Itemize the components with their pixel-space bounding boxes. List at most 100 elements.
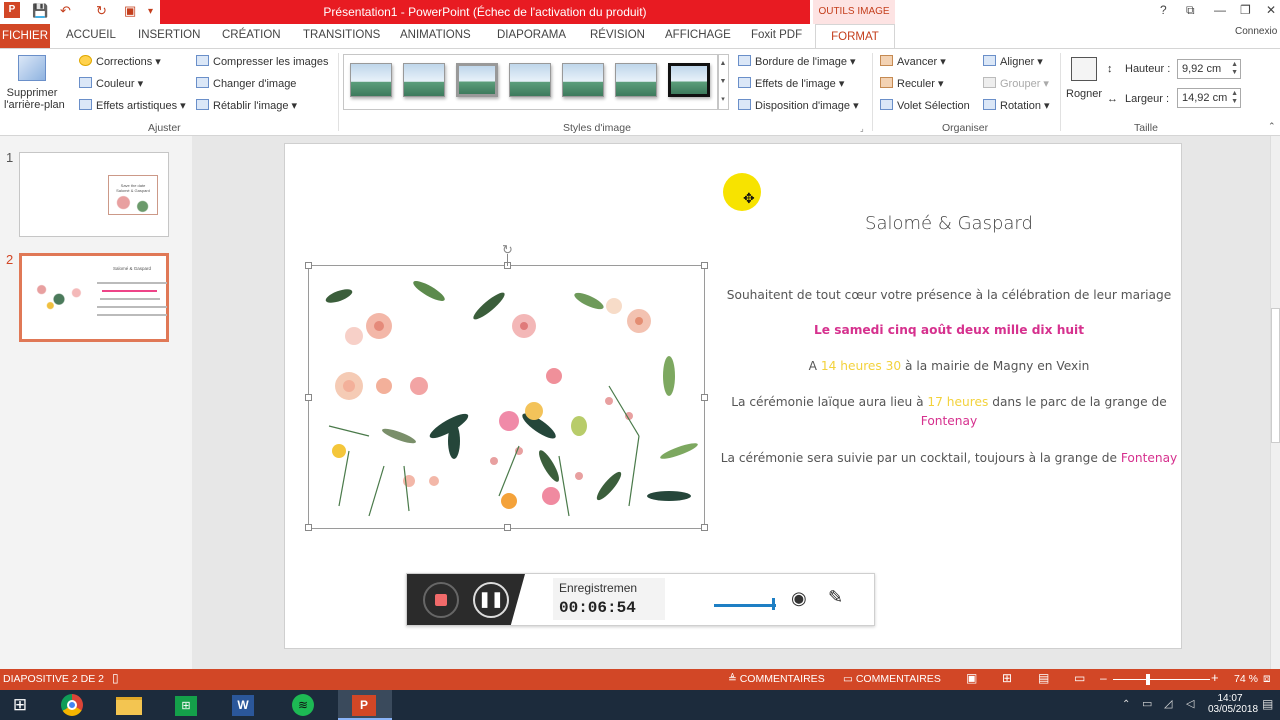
- zoom-out-icon[interactable]: –: [1100, 671, 1107, 685]
- reculer-button[interactable]: Reculer ▾: [880, 77, 943, 90]
- resize-handle[interactable]: [701, 394, 708, 401]
- invitation-line-2[interactable]: Le samedi cinq août deux mille dix huit: [719, 323, 1179, 337]
- account-label[interactable]: Connexio: [1235, 26, 1277, 37]
- floral-picture[interactable]: ↻: [305, 242, 708, 531]
- picture-styles-gallery[interactable]: [343, 54, 719, 110]
- resize-handle[interactable]: [701, 262, 708, 269]
- start-slideshow-icon[interactable]: ▣: [124, 3, 136, 19]
- word-icon[interactable]: W: [221, 690, 267, 720]
- tab-creation[interactable]: CRÉATION: [222, 29, 281, 41]
- maximize-button[interactable]: ❐: [1240, 3, 1251, 17]
- normal-view-icon[interactable]: ▣: [966, 671, 977, 685]
- vertical-scrollbar[interactable]: [1270, 136, 1280, 669]
- resize-handle[interactable]: [701, 524, 708, 531]
- style-thumb[interactable]: [562, 63, 604, 97]
- invitation-line-4[interactable]: La cérémonie laïque aura lieu à 17 heure…: [719, 395, 1179, 409]
- tab-animations[interactable]: ANIMATIONS: [400, 29, 471, 41]
- zoom-slider-thumb[interactable]: [1146, 674, 1150, 685]
- slide-thumbnail-2[interactable]: Salomé & Gaspard: [19, 253, 169, 342]
- notes-button[interactable]: ≜ COMMENTAIRES: [728, 673, 825, 685]
- tab-transitions[interactable]: TRANSITIONS: [303, 29, 380, 41]
- powerpoint-taskbar-icon[interactable]: P: [338, 690, 392, 720]
- store-icon[interactable]: ⊞: [164, 690, 210, 720]
- zoom-in-icon[interactable]: +: [1211, 670, 1219, 685]
- style-thumb[interactable]: [350, 63, 392, 97]
- close-button[interactable]: ✕: [1266, 3, 1276, 17]
- tab-affichage[interactable]: AFFICHAGE: [665, 29, 731, 41]
- zoom-slider[interactable]: [1113, 679, 1210, 680]
- battery-icon[interactable]: ▭: [1142, 697, 1152, 710]
- volume-icon[interactable]: ◁: [1186, 697, 1194, 710]
- couleur-button[interactable]: Couleur ▾: [79, 77, 143, 90]
- height-spinner[interactable]: 9,92 cm ▲ ▼: [1177, 59, 1241, 79]
- resize-handle[interactable]: [305, 524, 312, 531]
- rogner-button[interactable]: Rogner: [1066, 88, 1102, 100]
- notifications-icon[interactable]: ▤: [1262, 697, 1273, 711]
- customize-qat-icon[interactable]: ▾: [148, 6, 153, 17]
- save-icon[interactable]: 💾: [32, 3, 48, 19]
- help-icon[interactable]: ?: [1160, 3, 1167, 17]
- style-thumb[interactable]: [456, 63, 498, 97]
- style-thumb[interactable]: [403, 63, 445, 97]
- invitation-line-4-place[interactable]: Fontenay: [719, 414, 1179, 428]
- spellcheck-icon[interactable]: ▯: [112, 671, 119, 685]
- reading-view-icon[interactable]: ▤: [1038, 671, 1049, 685]
- effets-artistiques-button[interactable]: Effets artistiques ▾: [79, 99, 186, 112]
- retablir-button[interactable]: Rétablir l'image ▾: [196, 99, 297, 112]
- compresser-button[interactable]: Compresser les images: [196, 55, 329, 68]
- tab-fichier[interactable]: FICHIER: [0, 24, 50, 48]
- spin-arrows-icon[interactable]: ▲ ▼: [1231, 61, 1238, 77]
- ribbon-display-icon[interactable]: ⧉: [1186, 3, 1195, 18]
- dialog-launcher-icon[interactable]: ⌟: [860, 124, 864, 133]
- crop-icon[interactable]: [1071, 57, 1097, 81]
- resize-handle[interactable]: [305, 262, 312, 269]
- width-spinner[interactable]: 14,92 cm ▲ ▼: [1177, 88, 1241, 108]
- style-thumb[interactable]: [615, 63, 657, 97]
- slide-thumbnail-1[interactable]: Save the date Salomé & Gaspard: [19, 152, 169, 237]
- minimize-button[interactable]: —: [1214, 3, 1226, 17]
- pause-button[interactable]: ❚❚: [473, 582, 509, 618]
- zoom-level[interactable]: 74 %: [1234, 673, 1258, 685]
- tab-diaporama[interactable]: DIAPORAMA: [497, 29, 566, 41]
- bordure-button[interactable]: Bordure de l'image ▾: [738, 55, 856, 68]
- rotation-button[interactable]: Rotation ▾: [983, 99, 1050, 112]
- slideshow-icon[interactable]: ▭: [1074, 671, 1085, 685]
- windows-start-icon[interactable]: ⊞: [0, 690, 40, 720]
- slide-title[interactable]: Salomé & Gaspard: [719, 213, 1179, 234]
- effets-image-button[interactable]: Effets de l'image ▾: [738, 77, 844, 90]
- clock[interactable]: 14:07 03/05/2018: [1208, 693, 1258, 715]
- tab-foxit-pdf[interactable]: Foxit PDF: [751, 29, 802, 41]
- tab-revision[interactable]: RÉVISION: [590, 29, 645, 41]
- file-explorer-icon[interactable]: [107, 690, 153, 720]
- pen-icon[interactable]: ✎: [828, 587, 843, 608]
- grouper-button[interactable]: Grouper ▾: [983, 77, 1049, 90]
- network-icon[interactable]: ◿: [1164, 697, 1172, 710]
- volet-selection-button[interactable]: Volet Sélection: [880, 99, 970, 112]
- gallery-scroll[interactable]: ▲ ▼ ▾: [717, 54, 729, 110]
- invitation-line-3[interactable]: A 14 heures 30 à la mairie de Magny en V…: [719, 359, 1179, 373]
- avancer-button[interactable]: Avancer ▾: [880, 55, 946, 68]
- tab-accueil[interactable]: ACCUEIL: [66, 29, 116, 41]
- redo-icon[interactable]: ↻: [96, 3, 107, 19]
- tab-insertion[interactable]: INSERTION: [138, 29, 200, 41]
- tray-up-icon[interactable]: ⌃: [1122, 699, 1130, 710]
- collapse-ribbon-icon[interactable]: ⌃: [1268, 121, 1276, 132]
- style-thumb-selected[interactable]: [668, 63, 710, 97]
- spotify-icon[interactable]: ≋: [280, 690, 326, 720]
- fit-slide-icon[interactable]: ⧈: [1263, 671, 1271, 686]
- disposition-button[interactable]: Disposition d'image ▾: [738, 99, 859, 112]
- remove-background-button[interactable]: Supprimer l'arrière-plan: [4, 87, 65, 111]
- remove-background-icon[interactable]: [18, 55, 46, 81]
- changer-image-button[interactable]: Changer d'image: [196, 77, 296, 90]
- invitation-line-5[interactable]: La cérémonie sera suivie par un cocktail…: [719, 451, 1179, 465]
- scroll-thumb[interactable]: [1271, 308, 1280, 443]
- spin-arrows-icon[interactable]: ▲ ▼: [1231, 90, 1238, 106]
- chrome-icon[interactable]: [50, 690, 96, 720]
- undo-icon[interactable]: ↶: [60, 3, 71, 19]
- slide-sorter-icon[interactable]: ⊞: [1002, 671, 1012, 685]
- invitation-line-1[interactable]: Souhaitent de tout cœur votre présence à…: [719, 288, 1179, 302]
- resize-handle[interactable]: [305, 394, 312, 401]
- webcam-icon[interactable]: ◉: [791, 588, 807, 609]
- comments-button[interactable]: ▭ COMMENTAIRES: [843, 673, 941, 685]
- style-thumb[interactable]: [509, 63, 551, 97]
